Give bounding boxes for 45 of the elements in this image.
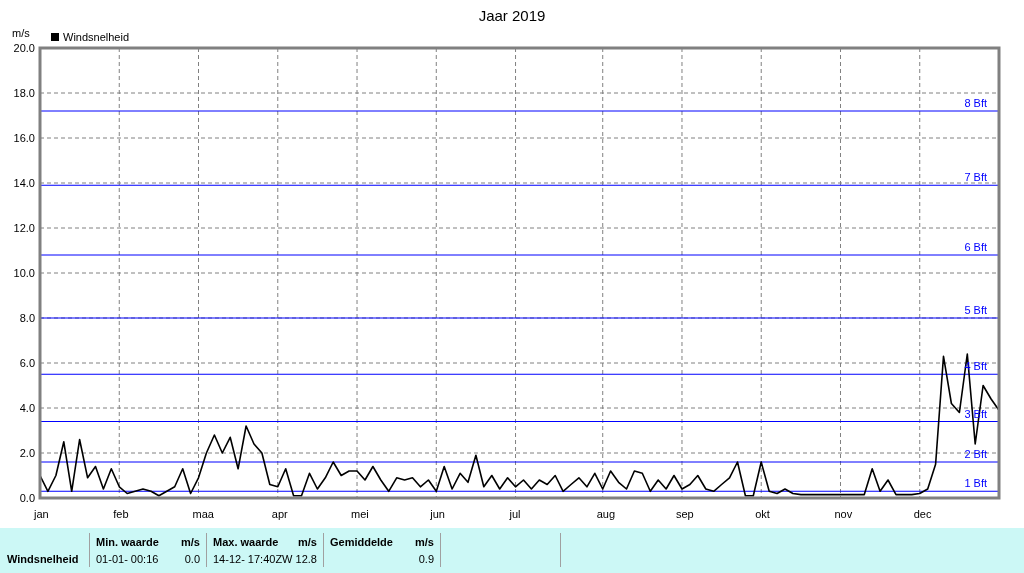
x-tick-label: sep <box>676 508 694 520</box>
table-cell: 0.9 <box>418 552 434 565</box>
column-header: Min. waarde <box>96 535 159 548</box>
reference-line-label: 8 Bft <box>964 97 987 109</box>
column-unit: m/s <box>181 535 200 548</box>
y-tick-label: 16.0 <box>13 132 35 144</box>
reference-line-label: 6 Bft <box>964 241 987 253</box>
reference-line-label: 4 Bft <box>964 360 987 373</box>
y-tick-label: 4.0 <box>19 402 35 414</box>
y-tick-label: 14.0 <box>13 177 35 189</box>
y-tick-label: 20.0 <box>13 42 35 54</box>
column-unit: m/s <box>415 535 434 548</box>
y-tick-label: 18.0 <box>13 87 35 99</box>
row-header: Windsnelheid <box>7 552 79 565</box>
reference-line-label: 2 Bft <box>964 448 987 460</box>
column-unit: m/s <box>298 535 317 548</box>
x-tick-label: aug <box>596 508 616 520</box>
table-cell: 12.8 <box>295 552 317 565</box>
y-tick-label: 12.0 <box>13 222 35 234</box>
table-cell: 01-01- 00:16 <box>96 552 159 565</box>
y-tick-label: 6.0 <box>19 357 35 369</box>
column-header: Gemiddelde <box>330 535 393 548</box>
y-tick-label: 8.0 <box>19 312 35 324</box>
x-tick-label: mei <box>351 508 369 520</box>
column-header: Max. waarde <box>213 535 279 548</box>
x-tick-label: jun <box>430 508 445 520</box>
x-tick-label: nov <box>834 508 853 520</box>
axis-unit-label: m/s <box>12 27 30 39</box>
y-tick-label: 0.0 <box>19 492 35 504</box>
x-tick-label: dec <box>913 508 932 520</box>
reference-line-label: 5 Bft <box>964 304 987 316</box>
x-tick-label: jan <box>34 508 49 520</box>
reference-line-label: 1 Bft <box>964 477 987 490</box>
x-tick-label: feb <box>113 508 129 520</box>
x-tick-label: okt <box>755 508 770 520</box>
chart-title: Jaar 2019 <box>478 7 546 24</box>
y-tick-label: 2.0 <box>19 447 35 459</box>
reference-line-label: 7 Bft <box>964 171 987 184</box>
table-cell: 0.0 <box>184 552 200 565</box>
legend-label: Windsnelheid <box>63 31 130 43</box>
x-tick-label: apr <box>271 508 288 520</box>
x-tick-label: jul <box>509 508 521 520</box>
y-tick-label: 10.0 <box>13 267 35 279</box>
x-tick-label: maa <box>192 508 214 520</box>
table-cell: 14-12- 17:40ZW <box>213 552 293 565</box>
